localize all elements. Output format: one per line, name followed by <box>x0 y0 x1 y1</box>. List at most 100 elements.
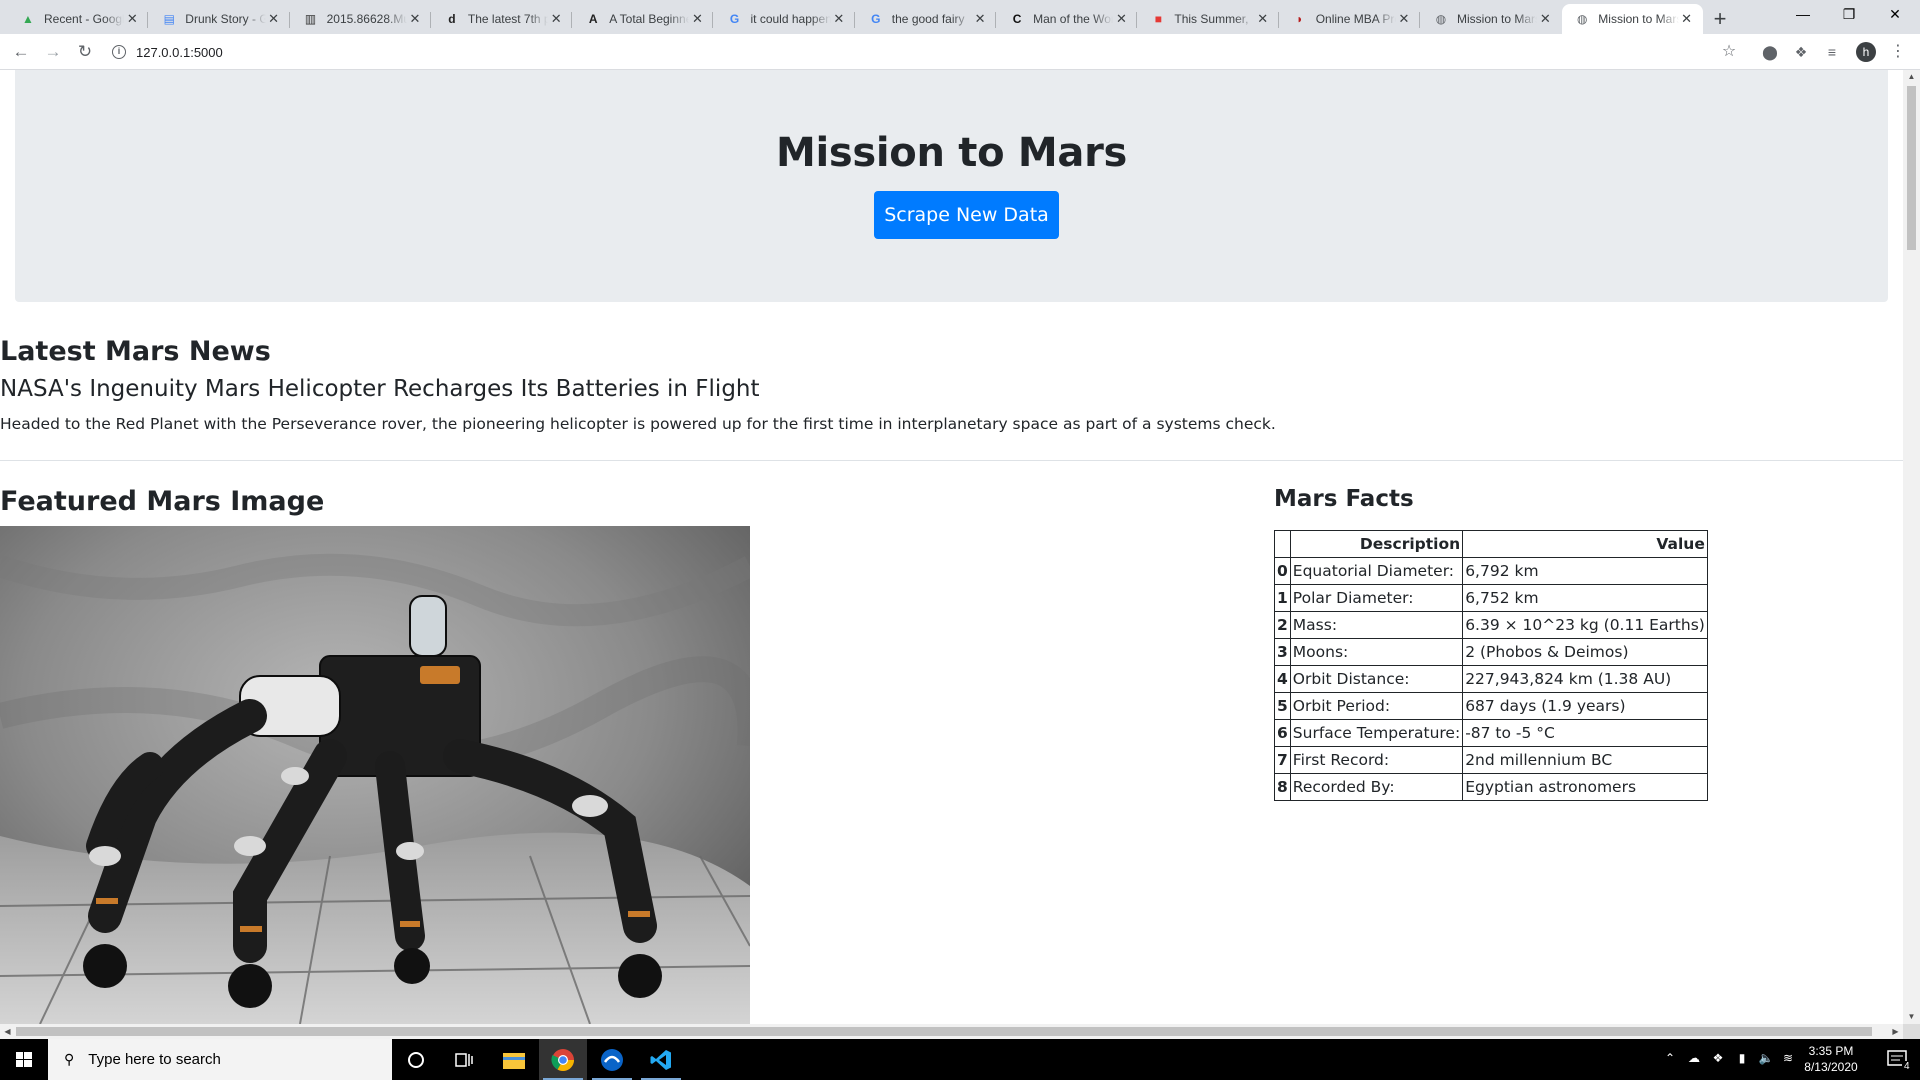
facts-row: 1 Polar Diameter: 6,752 km <box>1274 584 1708 612</box>
tab-separator <box>1418 12 1420 28</box>
tab-label: it could happen <box>750 12 831 26</box>
onedrive-cloud-icon[interactable]: ☁ <box>1684 1051 1704 1065</box>
tab-close-icon[interactable]: ✕ <box>266 11 282 27</box>
drive-icon: ▲ <box>22 12 34 26</box>
tab-separator <box>853 12 855 28</box>
media-control-icon[interactable]: ≡ <box>1822 42 1842 62</box>
browser-tab[interactable]: d The latest 7th pay✕ <box>432 4 573 34</box>
facts-row: 6 Surface Temperature: -87 to -5 °C <box>1274 719 1708 747</box>
facts-value-cell: Egyptian astronomers <box>1462 773 1708 801</box>
tab-close-icon[interactable]: ✕ <box>124 11 140 27</box>
restore-button[interactable]: ❐ <box>1826 0 1872 30</box>
tab-close-icon[interactable]: ✕ <box>548 11 564 27</box>
facts-value-cell: 2nd millennium BC <box>1462 746 1708 774</box>
system-clock[interactable]: 3:35 PM 8/13/2020 <box>1796 1043 1866 1075</box>
mars-facts-table: Description Value 0 Equatorial Diameter: 6… <box>1274 530 1708 801</box>
a-icon: A <box>588 12 598 26</box>
horizontal-scrollbar[interactable]: ◀ ▶ <box>0 1024 1903 1039</box>
vertical-scroll-thumb[interactable] <box>1907 86 1916 250</box>
tab-separator <box>1277 12 1279 28</box>
wifi-icon[interactable]: ≋ <box>1778 1051 1798 1065</box>
windows-taskbar: ⚲ Type here to search ⌃ ☁ ❖ ▮ 🔈 ≋ 3:35 P… <box>0 1039 1920 1080</box>
tab-label: 2015.86628.Mughal <box>326 12 407 26</box>
browser-tab[interactable]: ◍ Mission to Mars ✕ <box>1562 4 1703 34</box>
facts-value-cell: 2 (Phobos & Deimos) <box>1462 638 1708 666</box>
taskbar-chrome[interactable] <box>539 1039 587 1080</box>
browser-tab[interactable]: Gthe good fairy ✕ <box>856 4 997 34</box>
action-center-button[interactable]: 4 <box>1876 1039 1920 1080</box>
tab-close-icon[interactable]: ✕ <box>1113 11 1129 27</box>
facts-row-index: 2 <box>1274 611 1291 639</box>
globe-icon: ◍ <box>1577 12 1588 26</box>
tab-close-icon[interactable]: ✕ <box>689 11 705 27</box>
browser-tab[interactable]: ◍ Mission to Mars ✕ <box>1421 4 1561 34</box>
address-bar[interactable]: i 127.0.0.1:5000 <box>112 38 1772 66</box>
profile-avatar[interactable]: h <box>1856 42 1876 62</box>
menu-kebab-icon[interactable]: ⋮ <box>1888 42 1908 62</box>
featured-image-heading: Featured Mars Image <box>0 486 325 517</box>
close-window-button[interactable]: ✕ <box>1872 0 1918 30</box>
horizontal-scroll-thumb[interactable] <box>16 1027 1872 1036</box>
browser-window: ▲Recent - Google Drive✕▤Drunk Story - Go… <box>0 0 1920 1080</box>
notification-icon <box>1887 1050 1907 1066</box>
chrome-icon <box>551 1048 574 1071</box>
tab-separator <box>995 12 997 28</box>
minimize-button[interactable]: — <box>1780 0 1826 30</box>
extension-circle-icon[interactable]: ⬤ <box>1760 42 1780 62</box>
taskbar-app-blue[interactable] <box>588 1039 636 1080</box>
blue-app-icon <box>601 1048 623 1071</box>
tab-label: A Total Beginner's <box>609 12 690 26</box>
scroll-right-arrow-icon[interactable]: ▶ <box>1888 1024 1903 1039</box>
new-tab-button[interactable]: + <box>1706 6 1734 34</box>
mars-facts-heading: Mars Facts <box>1274 486 1414 512</box>
scroll-left-arrow-icon[interactable]: ◀ <box>0 1024 15 1039</box>
taskbar-file-explorer[interactable] <box>490 1039 538 1080</box>
facts-row-index: 5 <box>1274 692 1291 720</box>
vertical-scrollbar[interactable]: ▲ ▼ <box>1903 70 1920 1024</box>
browser-tab[interactable]: ▥ 2015.86628.Mughal✕ <box>291 4 431 34</box>
volume-icon[interactable]: 🔈 <box>1756 1051 1776 1065</box>
tab-close-icon[interactable]: ✕ <box>1255 11 1271 27</box>
scroll-down-arrow-icon[interactable]: ▼ <box>1903 1010 1920 1024</box>
browser-tab[interactable]: ▤ Drunk Story - Google Docs✕ <box>149 4 290 34</box>
site-info-icon[interactable]: i <box>112 45 126 59</box>
browser-tab[interactable]: A A Total Beginner's✕ <box>573 4 714 34</box>
robot-photo <box>0 526 750 1024</box>
tab-close-icon[interactable]: ✕ <box>1679 11 1695 27</box>
facts-description-cell: Surface Temperature: <box>1289 719 1464 747</box>
news-paragraph: Headed to the Red Planet with the Persev… <box>0 415 1276 433</box>
tab-close-icon[interactable]: ✕ <box>1537 11 1553 27</box>
tab-label: The latest 7th pay <box>467 12 549 26</box>
task-view-button[interactable] <box>440 1039 488 1080</box>
dropbox-icon[interactable]: ❖ <box>1708 1051 1728 1065</box>
browser-tab[interactable]: Git could happen ✕ <box>715 4 855 34</box>
tab-close-icon[interactable]: ✕ <box>1396 11 1412 27</box>
forward-button[interactable]: → <box>40 39 66 65</box>
tab-close-icon[interactable]: ✕ <box>407 11 423 27</box>
facts-description-cell: Moons: <box>1289 638 1464 666</box>
browser-tab[interactable]: ◗ Online MBA Programs✕ <box>1280 4 1420 34</box>
tray-chevron-icon[interactable]: ⌃ <box>1660 1051 1680 1065</box>
battery-icon[interactable]: ▮ <box>1732 1051 1752 1065</box>
c-icon: C <box>1012 12 1022 26</box>
url-text: 127.0.0.1:5000 <box>136 44 223 60</box>
section-divider <box>0 460 1903 461</box>
browser-tab[interactable]: C Man of the World✕ <box>997 4 1138 34</box>
facts-row: 5 Orbit Period: 687 days (1.9 years) <box>1274 692 1708 720</box>
clock-time: 3:35 PM <box>1808 1044 1854 1058</box>
back-button[interactable]: ← <box>8 39 34 65</box>
start-button[interactable] <box>0 1039 48 1080</box>
scrape-new-data-button[interactable]: Scrape New Data <box>874 191 1059 239</box>
tab-close-icon[interactable]: ✕ <box>972 11 988 27</box>
reload-button[interactable]: ↻ <box>72 39 98 65</box>
taskbar-search-box[interactable]: ⚲ Type here to search <box>48 1039 392 1080</box>
scroll-up-arrow-icon[interactable]: ▲ <box>1903 70 1920 84</box>
taskbar-vscode[interactable] <box>637 1039 685 1080</box>
tab-close-icon[interactable]: ✕ <box>831 11 847 27</box>
extensions-puzzle-icon[interactable]: ❖ <box>1791 42 1811 62</box>
browser-tab[interactable]: ▲ Recent - Google Drive✕ <box>8 4 149 34</box>
cortana-button[interactable] <box>392 1039 440 1080</box>
browser-tab[interactable]: ■ This Summer, ✕ <box>1138 4 1279 34</box>
bookmark-star-icon[interactable]: ☆ <box>1719 42 1739 62</box>
facts-description-cell: Orbit Period: <box>1289 692 1464 720</box>
